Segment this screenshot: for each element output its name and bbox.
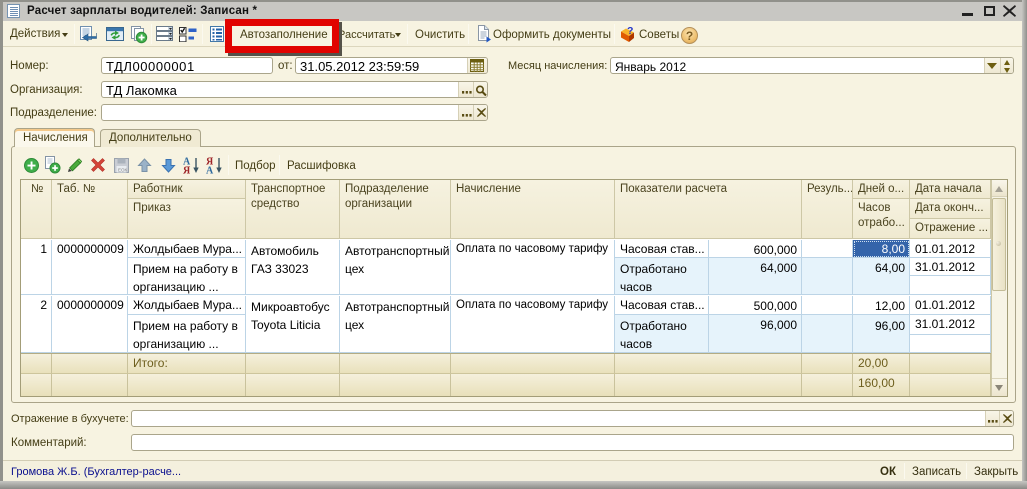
svg-text:?: ? [627,25,633,37]
svg-text:А: А [206,166,214,175]
svg-text:ЕОК: ЕОК [118,168,128,173]
svg-text:Я: Я [183,166,191,175]
